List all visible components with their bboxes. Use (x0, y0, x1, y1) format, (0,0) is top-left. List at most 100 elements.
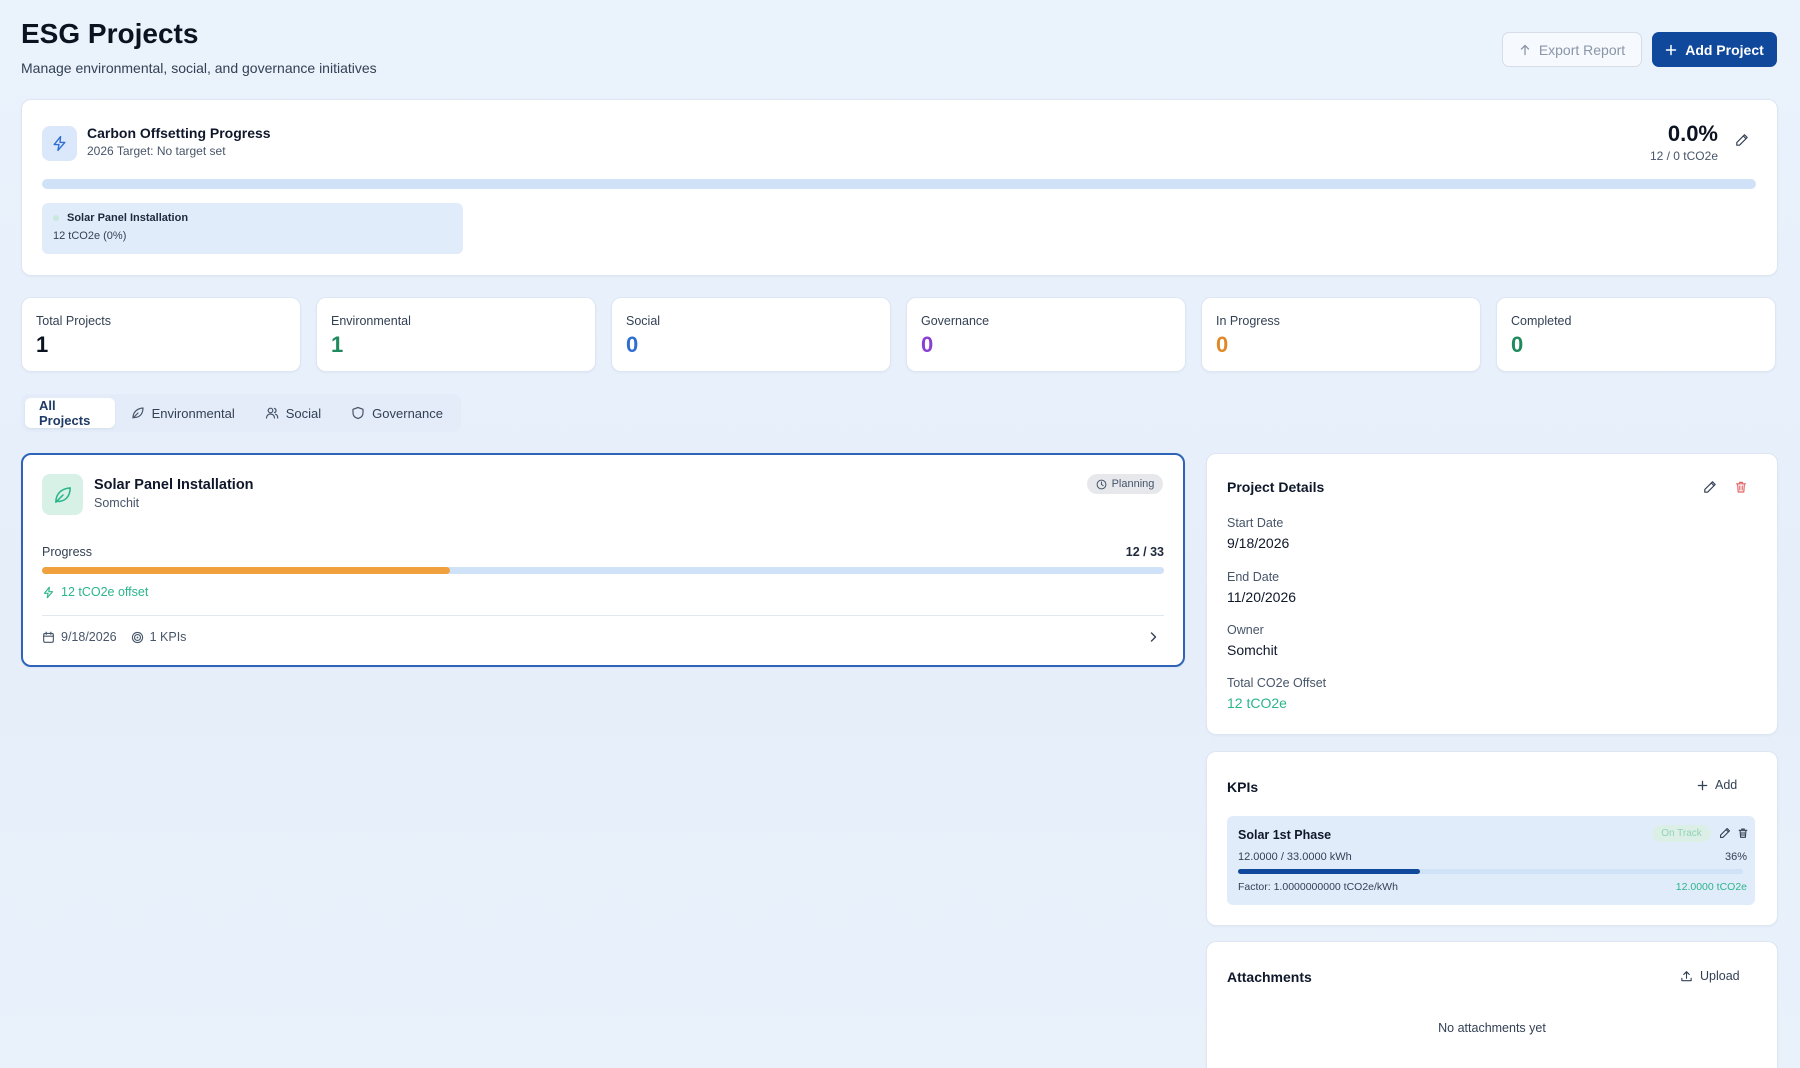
details-title: Project Details (1227, 479, 1325, 495)
tab-label: All Projects (39, 398, 91, 428)
stat-value: 0 (921, 332, 934, 357)
attachments-title: Attachments (1227, 969, 1312, 985)
stat-environmental: Environmental 1 (316, 297, 596, 372)
project-owner: Somchit (94, 496, 140, 510)
stat-total-projects: Total Projects 1 (21, 297, 301, 372)
tab-all-projects[interactable]: All Projects (25, 398, 115, 428)
stat-label: Governance (921, 314, 990, 328)
project-kpis: 1 KPIs (131, 630, 187, 644)
offset-label: 12 tCO2e offset (61, 585, 149, 599)
no-attachments-text: No attachments yet (1438, 1021, 1546, 1035)
progress-value: 12 / 33 (1125, 545, 1164, 559)
chevron-right-icon[interactable] (1147, 631, 1159, 643)
kpi-item: Solar 1st Phase On Track 12.0000 / 33.00… (1227, 816, 1755, 905)
trash-icon[interactable] (1734, 480, 1748, 494)
stat-governance: Governance 0 (906, 297, 1186, 372)
divider (42, 615, 1164, 616)
tab-label: Governance (372, 405, 443, 421)
carbon-ratio: 12 / 0 tCO2e (1649, 149, 1718, 163)
tab-governance[interactable]: Governance (337, 398, 457, 428)
lightning-icon (42, 126, 77, 161)
attachments-card (1206, 941, 1778, 1068)
project-date: 9/18/2026 (42, 630, 117, 644)
total-offset-value: 12 tCO2e (1227, 695, 1287, 711)
tab-label: Social (285, 405, 322, 421)
carbon-project-chip: Solar Panel Installation 12 tCO2e (0%) (42, 203, 463, 254)
stat-label: Social (626, 314, 661, 328)
tab-environmental[interactable]: Environmental (117, 398, 249, 428)
chip-project-name: Solar Panel Installation (67, 212, 189, 224)
project-progress-bar (42, 567, 1164, 574)
kpi-progress-bar (1238, 869, 1743, 874)
stat-in-progress: In Progress 0 (1201, 297, 1481, 372)
kpis-label: 1 KPIs (149, 630, 187, 644)
total-offset-label: Total CO2e Offset (1227, 676, 1327, 690)
export-report-button[interactable]: Export Report (1502, 32, 1642, 67)
start-date-label: Start Date (1227, 516, 1284, 530)
clock-icon (1096, 479, 1107, 490)
project-progress-fill (42, 567, 450, 574)
stat-label: Completed (1511, 314, 1572, 328)
add-project-button[interactable]: Add Project (1652, 32, 1777, 67)
kpi-name: Solar 1st Phase (1238, 828, 1332, 842)
kpi-factor: Factor: 1.0000000000 tCO2e/kWh (1238, 881, 1398, 893)
stat-social: Social 0 (611, 297, 891, 372)
chip-project-value: 12 tCO2e (0%) (53, 230, 127, 242)
stat-value: 1 (331, 332, 344, 357)
stat-label: Total Projects (36, 314, 112, 328)
category-tabs: All Projects Environmental Social Govern… (21, 394, 461, 432)
status-label: Planning (1111, 478, 1155, 490)
leaf-icon (131, 406, 145, 420)
lightning-icon (42, 586, 55, 599)
stat-value: 0 (1511, 332, 1524, 357)
chip-dot (53, 215, 59, 221)
carbon-progress-bar (42, 179, 1756, 189)
upload-icon (1680, 970, 1693, 983)
arrow-up-icon (1519, 44, 1531, 56)
edit-pencil-icon[interactable] (1719, 827, 1731, 839)
carbon-title: Carbon Offsetting Progress (87, 125, 271, 141)
target-icon (131, 631, 144, 644)
project-meta: 9/18/2026 1 KPIs (42, 630, 186, 644)
page-subtitle: Manage environmental, social, and govern… (21, 60, 377, 76)
date-label: 9/18/2026 (61, 630, 117, 644)
shield-icon (351, 406, 365, 420)
calendar-icon (42, 631, 55, 644)
project-name: Solar Panel Installation (94, 477, 254, 493)
upload-button[interactable]: Upload (1680, 969, 1740, 983)
add-kpi-button[interactable]: Add (1697, 778, 1737, 792)
export-report-label: Export Report (1538, 41, 1626, 58)
leaf-icon (42, 474, 83, 515)
stat-label: In Progress (1216, 314, 1280, 328)
end-date-value: 11/20/2026 (1227, 589, 1297, 605)
stat-value: 0 (1216, 332, 1229, 357)
edit-target-pencil-icon[interactable] (1735, 133, 1749, 147)
kpi-total: 12.0000 tCO2e (1675, 881, 1747, 893)
project-offset: 12 tCO2e offset (42, 585, 148, 599)
kpi-progress-fill (1238, 869, 1420, 874)
kpi-status-badge: On Track (1652, 825, 1711, 842)
kpi-percent: 36% (1724, 851, 1747, 863)
edit-pencil-icon[interactable] (1703, 480, 1717, 494)
tab-social[interactable]: Social (251, 398, 335, 428)
add-kpi-label: Add (1715, 778, 1738, 792)
stat-completed: Completed 0 (1496, 297, 1776, 372)
stat-value: 0 (626, 332, 639, 357)
add-project-label: Add Project (1685, 41, 1764, 58)
owner-label: Owner (1227, 623, 1264, 637)
tab-label: Environmental (151, 405, 235, 421)
stat-label: Environmental (331, 314, 411, 328)
kpis-title: KPIs (1227, 779, 1259, 795)
progress-label: Progress (42, 545, 93, 559)
plus-icon (1665, 44, 1677, 56)
page-title: ESG Projects (21, 18, 199, 49)
carbon-percent: 0.0% (1667, 121, 1718, 146)
kpi-numbers: 12.0000 / 33.0000 kWh (1238, 851, 1352, 863)
plus-icon (1697, 780, 1708, 791)
stat-value: 1 (36, 332, 49, 357)
carbon-target: 2026 Target: No target set (87, 144, 226, 158)
end-date-label: End Date (1227, 570, 1280, 584)
trash-icon[interactable] (1737, 827, 1749, 839)
start-date-value: 9/18/2026 (1227, 535, 1290, 551)
users-icon (265, 406, 279, 420)
